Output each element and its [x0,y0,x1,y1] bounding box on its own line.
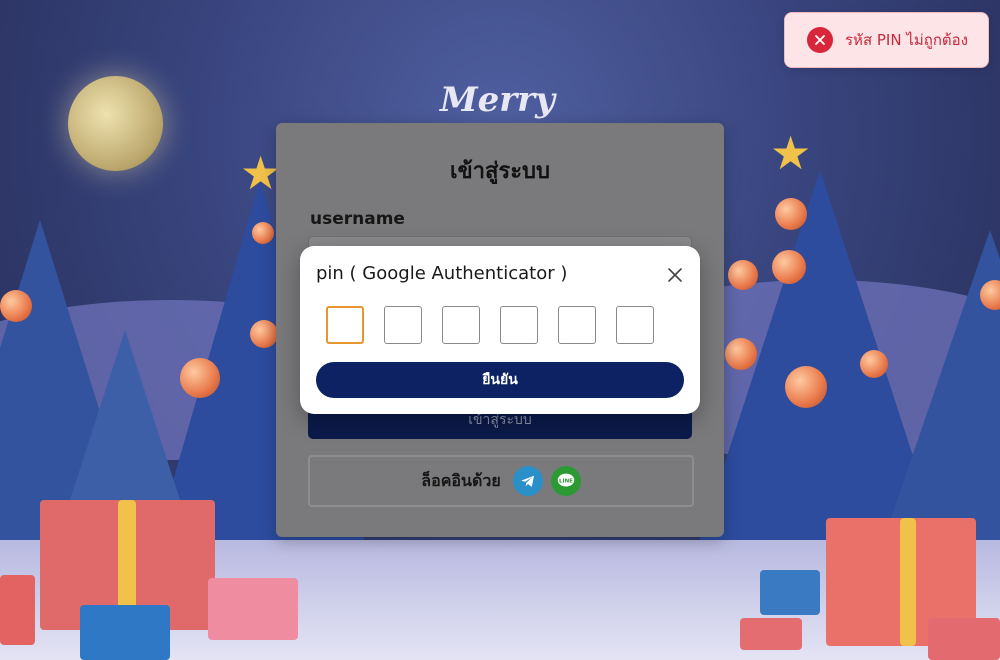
gift-box [928,618,1000,660]
pin-digit-2[interactable] [384,306,422,344]
pin-digit-1[interactable] [326,306,364,344]
pin-modal: pin ( Google Authenticator ) ยืนยัน [300,246,700,414]
gift-box [80,605,170,660]
ornament [772,250,806,284]
moon-image [68,76,163,171]
modal-title: pin ( Google Authenticator ) [316,263,568,284]
ornament [725,338,757,370]
confirm-button[interactable]: ยืนยัน [316,362,684,398]
ornament [728,260,758,290]
error-x-icon [807,27,833,53]
pin-digit-5[interactable] [558,306,596,344]
username-label: username [310,209,405,229]
gift-box [208,578,298,640]
ornament [180,358,220,398]
star-icon: ★ [770,126,812,180]
ornament [250,320,278,348]
svg-text:LINE: LINE [559,478,573,484]
gift-box [740,618,802,650]
pin-inputs [326,306,654,344]
ornament [0,290,32,322]
toast-message: รหัส PIN ไม่ถูกต้อง [845,31,968,49]
merry-christmas-logo: Merry [440,80,555,120]
social-login-label: ล็อคอินด้วย [421,470,501,490]
telegram-icon[interactable] [512,466,543,496]
ornament [785,366,827,408]
gift-ribbon [900,518,916,646]
gift-box [760,570,820,615]
ornament [252,222,274,244]
christmas-tree [880,230,1000,550]
christmas-tree [70,330,180,500]
pin-digit-6[interactable] [616,306,654,344]
error-toast: รหัส PIN ไม่ถูกต้อง [784,12,989,68]
ornament [860,350,888,378]
ornament [775,198,807,230]
line-icon[interactable]: LINE [550,466,581,496]
close-icon[interactable] [664,264,686,286]
pin-digit-3[interactable] [442,306,480,344]
login-title: เข้าสู่ระบบ [450,159,550,184]
pin-digit-4[interactable] [500,306,538,344]
gift-box [0,575,35,645]
social-login: ล็อคอินด้วย LINE [308,455,694,507]
